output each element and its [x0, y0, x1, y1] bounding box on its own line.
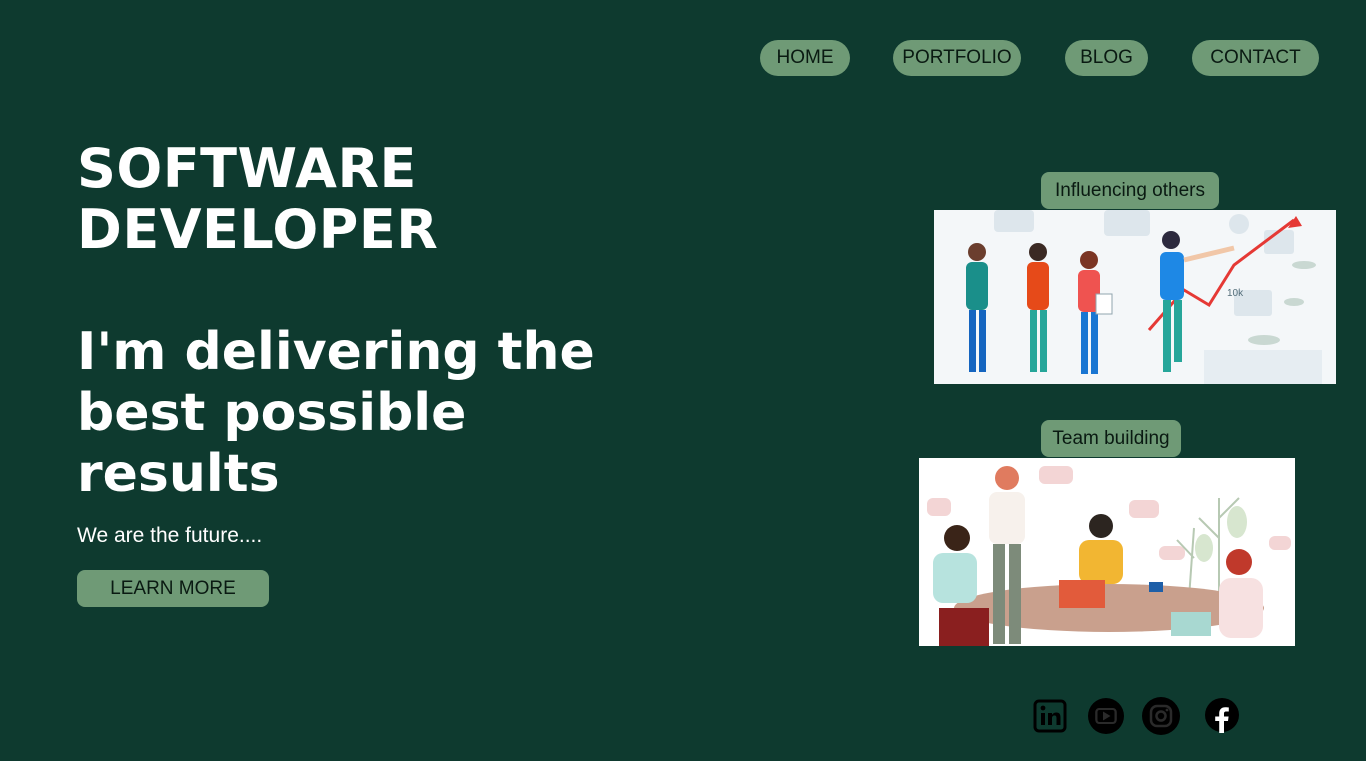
hero-title: SOFTWARE DEVELOPER — [77, 137, 439, 261]
nav-contact-button[interactable]: CONTACT — [1192, 40, 1319, 76]
svg-text:10k: 10k — [1227, 288, 1244, 299]
nav-home-button[interactable]: HOME — [760, 40, 850, 76]
hero-tagline: We are the future.... — [77, 524, 263, 547]
learn-more-button[interactable]: LEARN MORE — [77, 570, 269, 607]
linkedin-icon[interactable] — [1031, 697, 1069, 735]
card-label-team-building: Team building — [1041, 420, 1181, 457]
card-label-influencing: Influencing others — [1041, 172, 1219, 209]
hero-subtitle: I'm delivering the best possible results — [77, 322, 595, 504]
team-meeting-illustration — [919, 458, 1295, 646]
instagram-icon[interactable] — [1142, 697, 1180, 735]
nav-portfolio-button[interactable]: PORTFOLIO — [893, 40, 1021, 76]
nav-blog-button[interactable]: BLOG — [1065, 40, 1148, 76]
facebook-icon[interactable] — [1203, 697, 1241, 735]
team-presentation-illustration: 10k — [934, 210, 1336, 384]
youtube-icon[interactable] — [1087, 697, 1125, 735]
